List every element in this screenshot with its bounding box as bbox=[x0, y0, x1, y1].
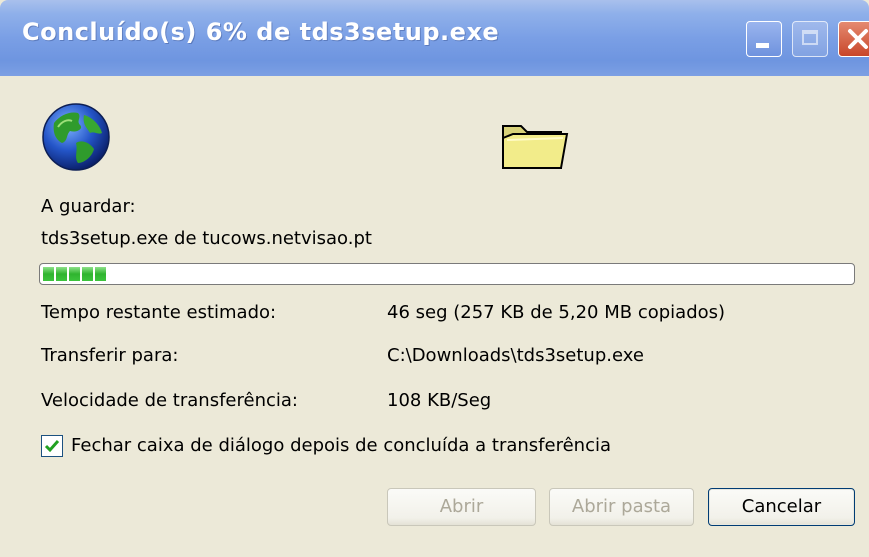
download-source: tds3setup.exe de tucows.netvisao.pt bbox=[41, 228, 372, 249]
progress-chunk bbox=[69, 267, 80, 281]
speed-label: Velocidade de transferência: bbox=[41, 390, 298, 411]
destination-value: C:\Downloads\tds3setup.exe bbox=[387, 345, 644, 366]
close-icon[interactable] bbox=[838, 21, 869, 57]
minimize-icon[interactable] bbox=[746, 21, 782, 57]
time-remaining-value: 46 seg (257 KB de 5,20 MB copiados) bbox=[387, 302, 726, 323]
destination-label: Transferir para: bbox=[41, 345, 179, 366]
title-bar[interactable]: Concluído(s) 6% de tds3setup.exe bbox=[0, 0, 869, 76]
globe-icon bbox=[40, 101, 112, 177]
maximize-icon[interactable] bbox=[792, 21, 828, 57]
speed-value: 108 KB/Seg bbox=[387, 390, 492, 411]
download-progress-bar bbox=[39, 263, 855, 285]
close-on-complete-checkbox[interactable] bbox=[41, 435, 63, 457]
close-on-complete-label[interactable]: Fechar caixa de diálogo depois de conclu… bbox=[71, 435, 611, 456]
progress-chunk bbox=[82, 267, 93, 281]
progress-fill bbox=[43, 267, 106, 281]
folder-icon bbox=[499, 116, 569, 178]
cancel-button[interactable]: Cancelar bbox=[708, 488, 855, 526]
saving-label: A guardar: bbox=[41, 196, 136, 217]
progress-chunk bbox=[95, 267, 106, 281]
progress-chunk bbox=[56, 267, 67, 281]
progress-chunk bbox=[43, 267, 54, 281]
open-button[interactable]: Abrir bbox=[387, 488, 536, 526]
window-title: Concluído(s) 6% de tds3setup.exe bbox=[22, 18, 500, 46]
time-remaining-label: Tempo restante estimado: bbox=[41, 302, 277, 323]
open-folder-button[interactable]: Abrir pasta bbox=[549, 488, 694, 526]
download-dialog: Concluído(s) 6% de tds3setup.exe A guard… bbox=[0, 0, 869, 557]
